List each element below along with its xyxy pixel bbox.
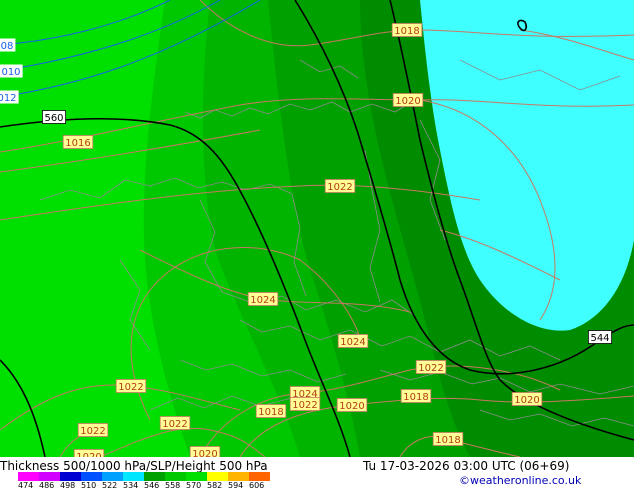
legend-value: 594: [228, 481, 244, 490]
pressure-label: 1020: [189, 446, 221, 457]
pressure-label-text: 1024: [340, 337, 365, 348]
pressure-label-text: 1022: [327, 182, 352, 193]
pressure-label-text: 1018: [435, 435, 460, 446]
pressure-label-text: 1022: [118, 382, 143, 393]
legend-swatch: [186, 472, 207, 481]
pressure-label: 1018: [255, 404, 287, 418]
thickness-label-text: 010: [1, 67, 20, 78]
pressure-label: 1020: [73, 449, 105, 457]
legend-value: 510: [81, 481, 97, 490]
pressure-label: 1024: [337, 334, 369, 348]
legend-value: 546: [144, 481, 160, 490]
weather-map: 1018102010161022102410241022102210241022…: [0, 0, 634, 457]
pressure-label: 1022: [289, 397, 321, 411]
thickness-label: 010: [0, 64, 23, 78]
thickness-label-text: 012: [0, 93, 17, 104]
pressure-label: 1016: [62, 135, 94, 149]
pressure-label-text: 1018: [403, 392, 428, 403]
pressure-label-text: 1020: [339, 401, 364, 412]
height-label: 560: [42, 110, 67, 124]
legend-value: 606: [249, 481, 265, 490]
map-title: Thickness 500/1000 hPa/SLP/Height 500 hP…: [0, 459, 268, 473]
pressure-label: 1022: [159, 416, 191, 430]
height-label-text: 560: [44, 113, 63, 124]
pressure-label: 1018: [400, 389, 432, 403]
pressure-label-text: 1020: [514, 395, 539, 406]
height-label-text: 544: [590, 333, 609, 344]
legend-value: 534: [123, 481, 139, 490]
pressure-label-text: 1022: [418, 363, 443, 374]
legend-value: 486: [39, 481, 55, 490]
pressure-label: 1018: [432, 432, 464, 446]
pressure-label-text: 1020: [395, 96, 420, 107]
pressure-label-text: 1022: [80, 426, 105, 437]
thickness-label: 08: [0, 38, 16, 52]
pressure-label-text: 1020: [192, 449, 217, 457]
pressure-label: 1024: [247, 292, 279, 306]
legend-value: 558: [165, 481, 181, 490]
legend-swatch: [102, 472, 123, 481]
legend-swatch: [249, 472, 270, 481]
footer: Thickness 500/1000 hPa/SLP/Height 500 hP…: [0, 457, 634, 490]
pressure-label: 1020: [392, 93, 424, 107]
valid-datetime: Tu 17-03-2026 03:00 UTC (06+69): [363, 459, 570, 473]
credit-text[interactable]: ©weatheronline.co.uk: [459, 474, 581, 488]
legend-value: 498: [60, 481, 76, 490]
pressure-label: 1022: [77, 423, 109, 437]
height-label: 544: [588, 330, 613, 344]
legend-swatch: [81, 472, 102, 481]
pressure-label-text: 1018: [258, 407, 283, 418]
pressure-label: 1020: [336, 398, 368, 412]
legend-swatch: [207, 472, 228, 481]
legend-value: 570: [186, 481, 202, 490]
legend-swatch: [39, 472, 60, 481]
pressure-label-text: 1016: [65, 138, 90, 149]
pressure-label-text: 1022: [292, 400, 317, 411]
pressure-label: 1022: [115, 379, 147, 393]
legend-swatch: [123, 472, 144, 481]
pressure-label-text: 1024: [250, 295, 275, 306]
legend-swatch: [165, 472, 186, 481]
legend-value: 522: [102, 481, 118, 490]
legend-value: 582: [207, 481, 223, 490]
legend-swatch: [144, 472, 165, 481]
thickness-label-text: 08: [1, 41, 14, 52]
legend-swatch: [228, 472, 249, 481]
pressure-label: 1018: [391, 23, 423, 37]
pressure-label: 1022: [324, 179, 356, 193]
pressure-label-text: 1022: [162, 419, 187, 430]
pressure-label: 1022: [415, 360, 447, 374]
legend-swatch: [60, 472, 81, 481]
legend-value: 474: [18, 481, 34, 490]
legend-swatch: [18, 472, 39, 481]
thickness-label: 012: [0, 90, 19, 104]
pressure-label-text: 1018: [394, 26, 419, 37]
pressure-label: 1020: [511, 392, 543, 406]
